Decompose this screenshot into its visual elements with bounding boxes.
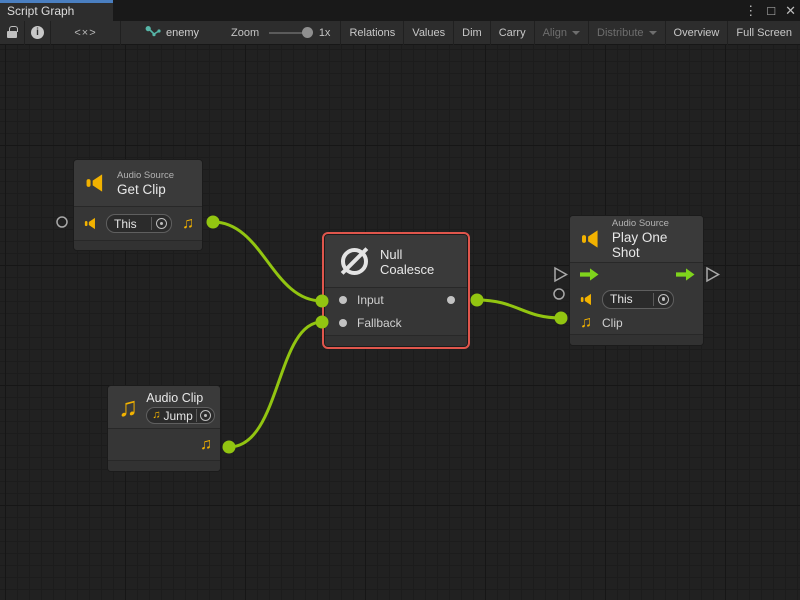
tab-script-graph[interactable]: Script Graph xyxy=(0,0,113,21)
distribute-dropdown[interactable]: Distribute xyxy=(589,21,664,45)
audio-source-icon xyxy=(580,229,603,249)
node-category: Audio Source xyxy=(612,218,695,229)
lock-icon xyxy=(7,31,17,38)
zoom-slider[interactable] xyxy=(269,32,311,34)
zoom-value: 1x xyxy=(319,27,331,39)
control-output-arrow-icon[interactable] xyxy=(676,268,695,281)
graph-reference[interactable]: enemy xyxy=(145,26,199,39)
audio-clip-port-icon[interactable]: ♫ xyxy=(200,437,212,453)
node-title: Audio Clip xyxy=(146,391,215,405)
node-footer xyxy=(74,240,202,250)
toolbar-buttons: Relations Values Dim Carry Align Distrib… xyxy=(340,21,800,45)
target-picker-icon[interactable] xyxy=(658,294,669,305)
code-icon: <×> xyxy=(74,27,96,39)
zoom-label: Zoom xyxy=(231,27,259,39)
window-controls: ⋮ □ ✕ xyxy=(744,0,796,21)
node-title: Get Clip xyxy=(117,182,174,197)
info-button[interactable]: i xyxy=(25,21,50,45)
node-port-row: ♫ xyxy=(108,428,220,460)
toolbar: i <×> enemy Zoom 1x Relations Values xyxy=(0,21,800,45)
audio-source-icon xyxy=(84,173,108,193)
maximize-icon[interactable]: □ xyxy=(767,0,775,21)
null-coalesce-icon xyxy=(341,248,368,275)
tab-title: Script Graph xyxy=(7,4,74,18)
relations-button[interactable]: Relations xyxy=(341,21,403,45)
audio-source-icon xyxy=(84,217,98,230)
node-get-clip[interactable]: Audio Source Get Clip This ♫ xyxy=(74,160,202,250)
node-header[interactable]: Audio Source Get Clip xyxy=(74,160,202,206)
graph-icon xyxy=(145,26,161,39)
fallback-port[interactable] xyxy=(339,319,347,327)
port-label: Fallback xyxy=(357,316,402,330)
variable-field[interactable]: ♫ Jump xyxy=(146,407,215,424)
node-audio-clip[interactable]: ♫ Audio Clip ♫ Jump ♫ xyxy=(108,386,220,471)
node-title: Play One Shot xyxy=(612,230,695,260)
control-flow-row xyxy=(570,262,703,286)
node-port-row: Fallback xyxy=(325,311,467,335)
node-footer xyxy=(570,334,703,345)
script-graph-window: Script Graph ⋮ □ ✕ i <×> enemy xyxy=(0,0,800,600)
carry-button[interactable]: Carry xyxy=(491,21,534,45)
audio-clip-port-icon[interactable]: ♫ xyxy=(580,315,592,331)
fullscreen-button[interactable]: Full Screen xyxy=(728,21,800,45)
node-header[interactable]: Null Coalesce xyxy=(325,235,467,287)
audio-source-icon xyxy=(580,293,594,306)
this-field[interactable]: This xyxy=(602,290,674,309)
node-title: Null Coalesce xyxy=(380,247,459,277)
note-icon: ♫ xyxy=(152,410,160,421)
port-label: Clip xyxy=(602,316,623,330)
align-dropdown[interactable]: Align xyxy=(535,21,588,45)
node-port-row: ♫ Clip xyxy=(570,312,703,334)
tab-bar: Script Graph ⋮ □ ✕ xyxy=(0,0,800,21)
node-footer xyxy=(325,335,467,346)
node-header[interactable]: ♫ Audio Clip ♫ Jump xyxy=(108,386,220,428)
target-picker-icon[interactable] xyxy=(200,410,211,421)
node-category: Audio Source xyxy=(117,170,174,181)
code-view-button[interactable]: <×> xyxy=(51,21,120,45)
audio-clip-icon: ♫ xyxy=(118,394,138,421)
chevron-down-icon xyxy=(649,31,657,35)
node-port-row: Input xyxy=(325,287,467,311)
overview-button[interactable]: Overview xyxy=(666,21,728,45)
control-input-arrow-icon[interactable] xyxy=(580,268,599,281)
audio-clip-port-icon[interactable]: ♫ xyxy=(182,216,194,232)
node-port-row: This ♫ xyxy=(74,206,202,240)
info-icon: i xyxy=(31,26,44,39)
target-picker-icon[interactable] xyxy=(156,218,167,229)
dim-button[interactable]: Dim xyxy=(454,21,490,45)
lock-button[interactable] xyxy=(0,21,24,45)
menu-icon[interactable]: ⋮ xyxy=(744,0,757,21)
separator xyxy=(120,21,121,45)
close-icon[interactable]: ✕ xyxy=(785,0,796,21)
node-play-one-shot[interactable]: Audio Source Play One Shot This xyxy=(570,216,703,345)
node-header[interactable]: Audio Source Play One Shot xyxy=(570,216,703,262)
port-label: Input xyxy=(357,293,384,307)
this-field[interactable]: This xyxy=(106,214,172,233)
node-port-row: This xyxy=(570,286,703,312)
values-button[interactable]: Values xyxy=(404,21,453,45)
chevron-down-icon xyxy=(572,31,580,35)
node-footer xyxy=(108,460,220,471)
zoom-slider-handle[interactable] xyxy=(302,27,313,38)
output-port[interactable] xyxy=(447,296,455,304)
node-null-coalesce[interactable]: Null Coalesce Input Fallback xyxy=(325,235,467,346)
graph-name: enemy xyxy=(166,27,199,39)
input-port[interactable] xyxy=(339,296,347,304)
